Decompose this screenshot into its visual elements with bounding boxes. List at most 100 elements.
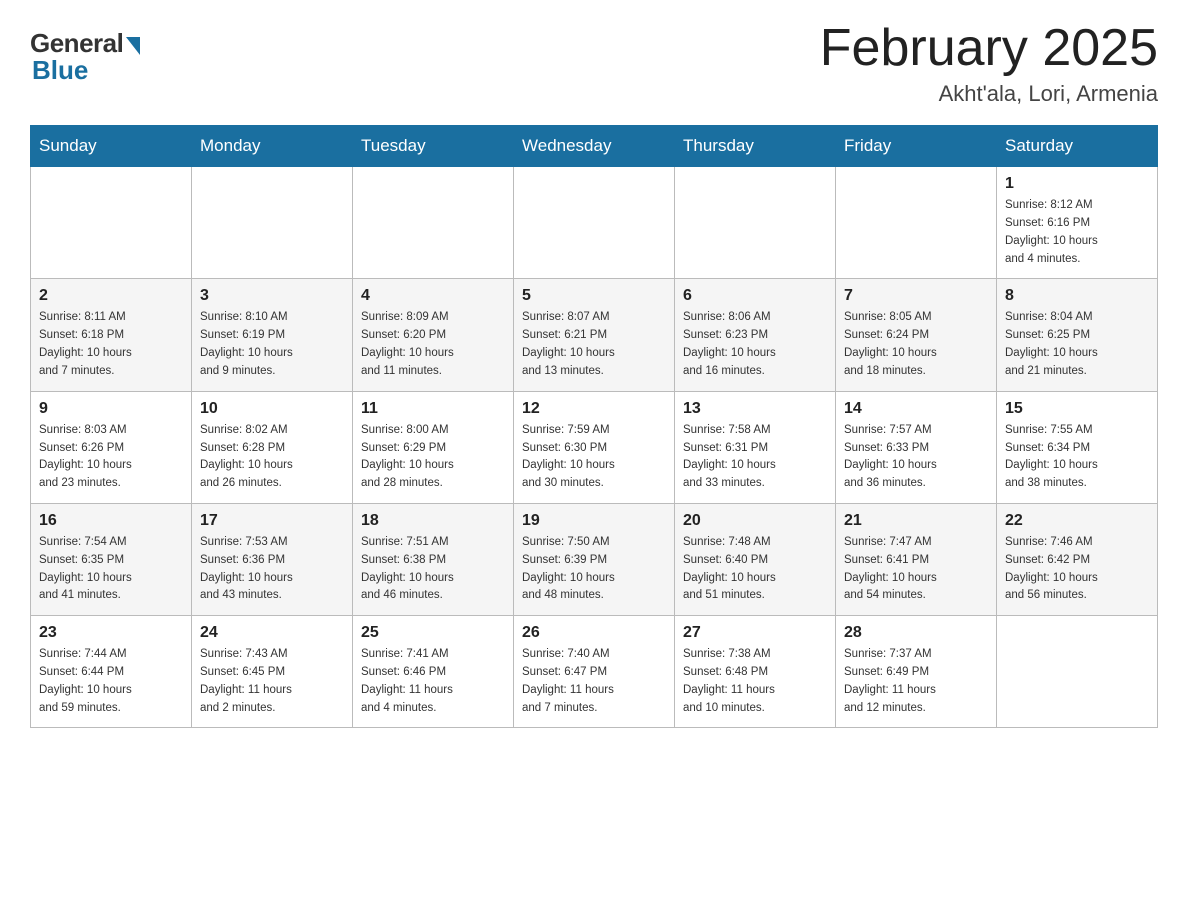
day-number: 20 bbox=[683, 512, 827, 530]
calendar-week-1: 1 Sunrise: 8:12 AMSunset: 6:16 PMDaylight… bbox=[31, 167, 1158, 279]
day-number: 9 bbox=[39, 400, 183, 418]
day-info: Sunrise: 7:55 AMSunset: 6:34 PMDaylight:… bbox=[1005, 422, 1149, 493]
calendar-cell bbox=[997, 616, 1158, 728]
day-number: 17 bbox=[200, 512, 344, 530]
day-number: 8 bbox=[1005, 287, 1149, 305]
calendar-cell bbox=[31, 167, 192, 279]
calendar-cell: 14Sunrise: 7:57 AMSunset: 6:33 PMDayligh… bbox=[836, 391, 997, 503]
page-header: General Blue February 2025 Akht'ala, Lor… bbox=[30, 20, 1158, 107]
day-number: 14 bbox=[844, 400, 988, 418]
day-info: Sunrise: 7:50 AMSunset: 6:39 PMDaylight:… bbox=[522, 534, 666, 605]
day-number: 10 bbox=[200, 400, 344, 418]
calendar-week-5: 23 Sunrise: 7:44 AMSunset: 6:44 PMDayligh… bbox=[31, 616, 1158, 728]
calendar-cell: 28 Sunrise: 7:37 AMSunset: 6:49 PMDayligh… bbox=[836, 616, 997, 728]
day-info: Sunrise: 7:59 AMSunset: 6:30 PMDaylight:… bbox=[522, 422, 666, 493]
calendar-table: SundayMondayTuesdayWednesdayThursdayFrid… bbox=[30, 125, 1158, 728]
weekday-header-saturday: Saturday bbox=[997, 126, 1158, 167]
calendar-header-row: SundayMondayTuesdayWednesdayThursdayFrid… bbox=[31, 126, 1158, 167]
calendar-cell: 24Sunrise: 7:43 AMSunset: 6:45 PMDayligh… bbox=[192, 616, 353, 728]
day-info: Sunrise: 7:51 AMSunset: 6:38 PMDaylight:… bbox=[361, 534, 505, 605]
day-info: Sunrise: 7:37 AMSunset: 6:49 PMDaylight:… bbox=[844, 646, 988, 717]
day-info: Sunrise: 7:44 AMSunset: 6:44 PMDaylight:… bbox=[39, 646, 183, 717]
calendar-cell: 20 Sunrise: 7:48 AMSunset: 6:40 PMDayligh… bbox=[675, 503, 836, 615]
day-number: 28 bbox=[844, 624, 988, 642]
day-info: Sunrise: 7:58 AMSunset: 6:31 PMDaylight:… bbox=[683, 422, 827, 493]
day-info: Sunrise: 7:48 AMSunset: 6:40 PMDaylight:… bbox=[683, 534, 827, 605]
day-number: 3 bbox=[200, 287, 344, 305]
calendar-cell: 17 Sunrise: 7:53 AMSunset: 6:36 PMDayligh… bbox=[192, 503, 353, 615]
calendar-cell: 27 Sunrise: 7:38 AMSunset: 6:48 PMDayligh… bbox=[675, 616, 836, 728]
calendar-cell: 5Sunrise: 8:07 AMSunset: 6:21 PMDaylight… bbox=[514, 279, 675, 391]
day-number: 23 bbox=[39, 624, 183, 642]
calendar-cell: 23 Sunrise: 7:44 AMSunset: 6:44 PMDayligh… bbox=[31, 616, 192, 728]
day-number: 22 bbox=[1005, 512, 1149, 530]
day-number: 16 bbox=[39, 512, 183, 530]
day-info: Sunrise: 8:06 AMSunset: 6:23 PMDaylight:… bbox=[683, 309, 827, 380]
day-info: Sunrise: 8:11 AMSunset: 6:18 PMDaylight:… bbox=[39, 309, 183, 380]
day-number: 6 bbox=[683, 287, 827, 305]
day-info: Sunrise: 7:38 AMSunset: 6:48 PMDaylight:… bbox=[683, 646, 827, 717]
calendar-cell bbox=[192, 167, 353, 279]
day-number: 27 bbox=[683, 624, 827, 642]
calendar-cell: 21 Sunrise: 7:47 AMSunset: 6:41 PMDayligh… bbox=[836, 503, 997, 615]
day-info: Sunrise: 8:09 AMSunset: 6:20 PMDaylight:… bbox=[361, 309, 505, 380]
day-number: 7 bbox=[844, 287, 988, 305]
day-info: Sunrise: 8:12 AMSunset: 6:16 PMDaylight:… bbox=[1005, 197, 1149, 268]
calendar-cell: 6 Sunrise: 8:06 AMSunset: 6:23 PMDaylight… bbox=[675, 279, 836, 391]
day-info: Sunrise: 7:46 AMSunset: 6:42 PMDaylight:… bbox=[1005, 534, 1149, 605]
month-title: February 2025 bbox=[820, 20, 1158, 77]
day-info: Sunrise: 7:41 AMSunset: 6:46 PMDaylight:… bbox=[361, 646, 505, 717]
day-number: 25 bbox=[361, 624, 505, 642]
calendar-cell: 18Sunrise: 7:51 AMSunset: 6:38 PMDayligh… bbox=[353, 503, 514, 615]
calendar-cell: 4 Sunrise: 8:09 AMSunset: 6:20 PMDaylight… bbox=[353, 279, 514, 391]
calendar-week-2: 2 Sunrise: 8:11 AMSunset: 6:18 PMDaylight… bbox=[31, 279, 1158, 391]
day-number: 26 bbox=[522, 624, 666, 642]
calendar-cell: 11 Sunrise: 8:00 AMSunset: 6:29 PMDayligh… bbox=[353, 391, 514, 503]
title-area: February 2025 Akht'ala, Lori, Armenia bbox=[820, 20, 1158, 107]
logo: General Blue bbox=[30, 28, 140, 86]
calendar-week-4: 16 Sunrise: 7:54 AMSunset: 6:35 PMDayligh… bbox=[31, 503, 1158, 615]
day-number: 12 bbox=[522, 400, 666, 418]
day-number: 24 bbox=[200, 624, 344, 642]
day-info: Sunrise: 8:00 AMSunset: 6:29 PMDaylight:… bbox=[361, 422, 505, 493]
day-number: 1 bbox=[1005, 175, 1149, 193]
day-number: 2 bbox=[39, 287, 183, 305]
calendar-cell: 19Sunrise: 7:50 AMSunset: 6:39 PMDayligh… bbox=[514, 503, 675, 615]
weekday-header-friday: Friday bbox=[836, 126, 997, 167]
day-number: 13 bbox=[683, 400, 827, 418]
day-info: Sunrise: 7:54 AMSunset: 6:35 PMDaylight:… bbox=[39, 534, 183, 605]
day-info: Sunrise: 8:10 AMSunset: 6:19 PMDaylight:… bbox=[200, 309, 344, 380]
calendar-cell bbox=[514, 167, 675, 279]
calendar-cell: 9 Sunrise: 8:03 AMSunset: 6:26 PMDaylight… bbox=[31, 391, 192, 503]
calendar-cell bbox=[353, 167, 514, 279]
calendar-cell: 2 Sunrise: 8:11 AMSunset: 6:18 PMDaylight… bbox=[31, 279, 192, 391]
day-number: 11 bbox=[361, 400, 505, 418]
day-number: 5 bbox=[522, 287, 666, 305]
day-info: Sunrise: 7:47 AMSunset: 6:41 PMDaylight:… bbox=[844, 534, 988, 605]
calendar-cell: 13 Sunrise: 7:58 AMSunset: 6:31 PMDayligh… bbox=[675, 391, 836, 503]
day-info: Sunrise: 7:53 AMSunset: 6:36 PMDaylight:… bbox=[200, 534, 344, 605]
calendar-cell: 3 Sunrise: 8:10 AMSunset: 6:19 PMDaylight… bbox=[192, 279, 353, 391]
weekday-header-wednesday: Wednesday bbox=[514, 126, 675, 167]
day-number: 4 bbox=[361, 287, 505, 305]
calendar-cell: 16 Sunrise: 7:54 AMSunset: 6:35 PMDayligh… bbox=[31, 503, 192, 615]
calendar-cell: 12 Sunrise: 7:59 AMSunset: 6:30 PMDayligh… bbox=[514, 391, 675, 503]
calendar-cell: 25 Sunrise: 7:41 AMSunset: 6:46 PMDayligh… bbox=[353, 616, 514, 728]
day-info: Sunrise: 8:05 AMSunset: 6:24 PMDaylight:… bbox=[844, 309, 988, 380]
calendar-cell: 7 Sunrise: 8:05 AMSunset: 6:24 PMDaylight… bbox=[836, 279, 997, 391]
day-info: Sunrise: 8:04 AMSunset: 6:25 PMDaylight:… bbox=[1005, 309, 1149, 380]
weekday-header-monday: Monday bbox=[192, 126, 353, 167]
calendar-cell: 1 Sunrise: 8:12 AMSunset: 6:16 PMDaylight… bbox=[997, 167, 1158, 279]
day-number: 15 bbox=[1005, 400, 1149, 418]
calendar-cell: 10 Sunrise: 8:02 AMSunset: 6:28 PMDayligh… bbox=[192, 391, 353, 503]
location-subtitle: Akht'ala, Lori, Armenia bbox=[820, 81, 1158, 107]
calendar-cell: 15 Sunrise: 7:55 AMSunset: 6:34 PMDayligh… bbox=[997, 391, 1158, 503]
day-number: 21 bbox=[844, 512, 988, 530]
calendar-week-3: 9 Sunrise: 8:03 AMSunset: 6:26 PMDaylight… bbox=[31, 391, 1158, 503]
logo-arrow-icon bbox=[126, 37, 140, 55]
day-info: Sunrise: 8:03 AMSunset: 6:26 PMDaylight:… bbox=[39, 422, 183, 493]
weekday-header-sunday: Sunday bbox=[31, 126, 192, 167]
logo-blue-text: Blue bbox=[32, 55, 88, 86]
weekday-header-tuesday: Tuesday bbox=[353, 126, 514, 167]
day-info: Sunrise: 8:02 AMSunset: 6:28 PMDaylight:… bbox=[200, 422, 344, 493]
